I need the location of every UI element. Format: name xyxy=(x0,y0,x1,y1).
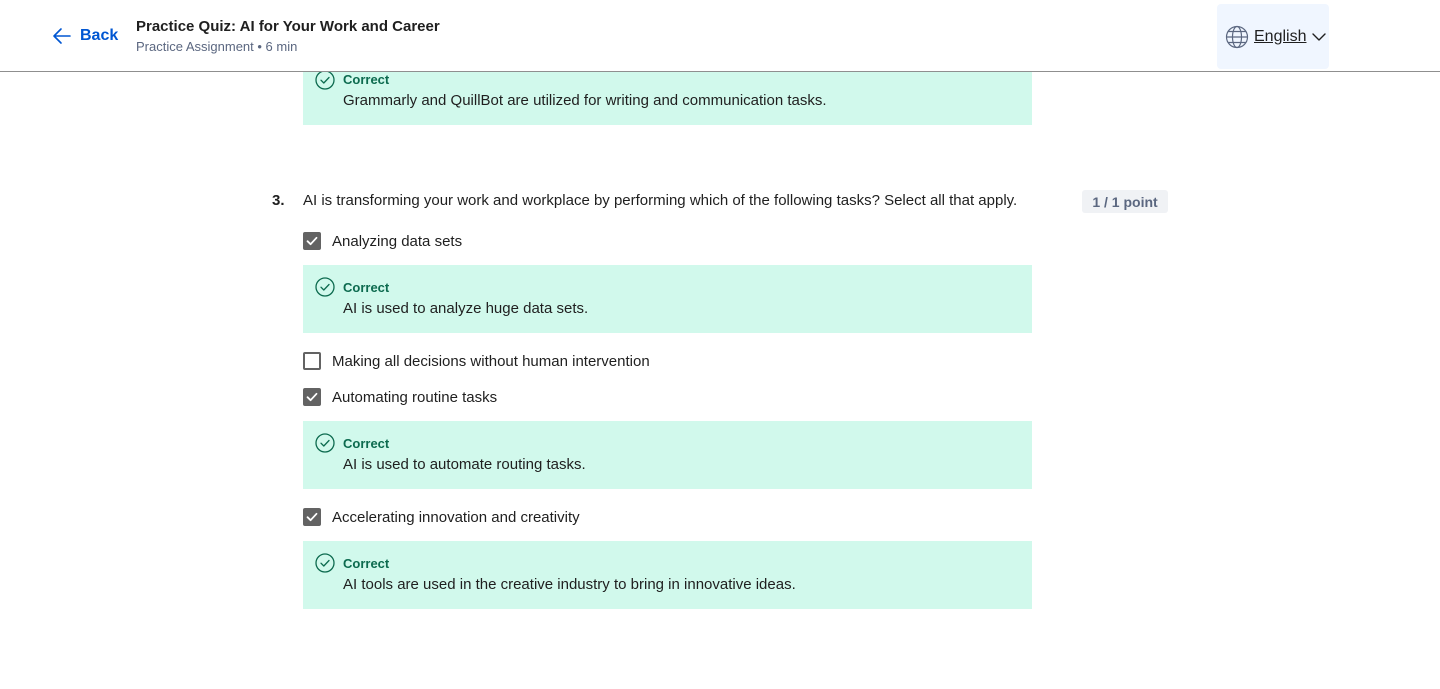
feedback-text: AI is used to analyze huge data sets. xyxy=(343,300,589,317)
feedback-status: Correct xyxy=(343,72,390,87)
globe-icon xyxy=(1225,25,1249,48)
page-subtitle: Practice Assignment • 6 min xyxy=(136,39,298,54)
option-label: Making all decisions without human inter… xyxy=(332,352,650,370)
option-accelerating-innovation[interactable]: Accelerating innovation and creativity xyxy=(303,507,580,527)
option-label: Automating routine tasks xyxy=(332,388,498,406)
chevron-down-icon xyxy=(1312,32,1327,41)
checkbox-checked[interactable] xyxy=(303,232,321,250)
option-automating-routine-tasks[interactable]: Automating routine tasks xyxy=(303,387,497,407)
back-label: Back xyxy=(80,27,119,44)
checkbox-checked[interactable] xyxy=(303,388,321,406)
feedback-status: Correct xyxy=(343,556,390,571)
points-badge: 1 / 1 point xyxy=(1082,190,1168,213)
arrow-left-icon xyxy=(53,28,71,44)
checkbox-unchecked[interactable] xyxy=(303,352,321,370)
page-title-block: Practice Quiz: AI for Your Work and Care… xyxy=(136,17,440,56)
option-analyzing-data-sets[interactable]: Analyzing data sets xyxy=(303,231,462,251)
question-text: AI is transforming your work and workpla… xyxy=(303,192,1018,209)
check-circle-icon xyxy=(315,70,335,90)
check-circle-icon xyxy=(315,553,335,573)
top-header: Back Practice Quiz: AI for Your Work and… xyxy=(0,0,1440,72)
checkmark-icon xyxy=(306,236,318,246)
feedback-status: Correct xyxy=(343,280,390,295)
feedback-text: AI tools are used in the creative indust… xyxy=(343,576,796,593)
language-label: English xyxy=(1254,27,1307,45)
feedback-box: Correct AI is used to analyze huge data … xyxy=(303,265,1032,333)
back-button[interactable]: Back xyxy=(52,24,118,48)
check-circle-icon xyxy=(315,277,335,297)
feedback-box: Correct AI is used to automate routing t… xyxy=(303,421,1032,489)
option-label: Analyzing data sets xyxy=(332,232,463,250)
check-circle-icon xyxy=(315,433,335,453)
checkmark-icon xyxy=(306,392,318,402)
checkmark-icon xyxy=(306,512,318,522)
feedback-box: Correct AI tools are used in the creativ… xyxy=(303,541,1032,609)
question-number: 3. xyxy=(272,192,285,209)
page-title: Practice Quiz: AI for Your Work and Care… xyxy=(136,18,440,35)
feedback-text: Grammarly and QuillBot are utilized for … xyxy=(343,92,827,109)
option-label: Accelerating innovation and creativity xyxy=(332,508,580,526)
feedback-status: Correct xyxy=(343,436,390,451)
feedback-text: AI is used to automate routing tasks. xyxy=(343,456,586,473)
checkbox-checked[interactable] xyxy=(303,508,321,526)
language-selector[interactable]: English xyxy=(1217,4,1329,69)
option-making-all-decisions[interactable]: Making all decisions without human inter… xyxy=(303,351,650,371)
